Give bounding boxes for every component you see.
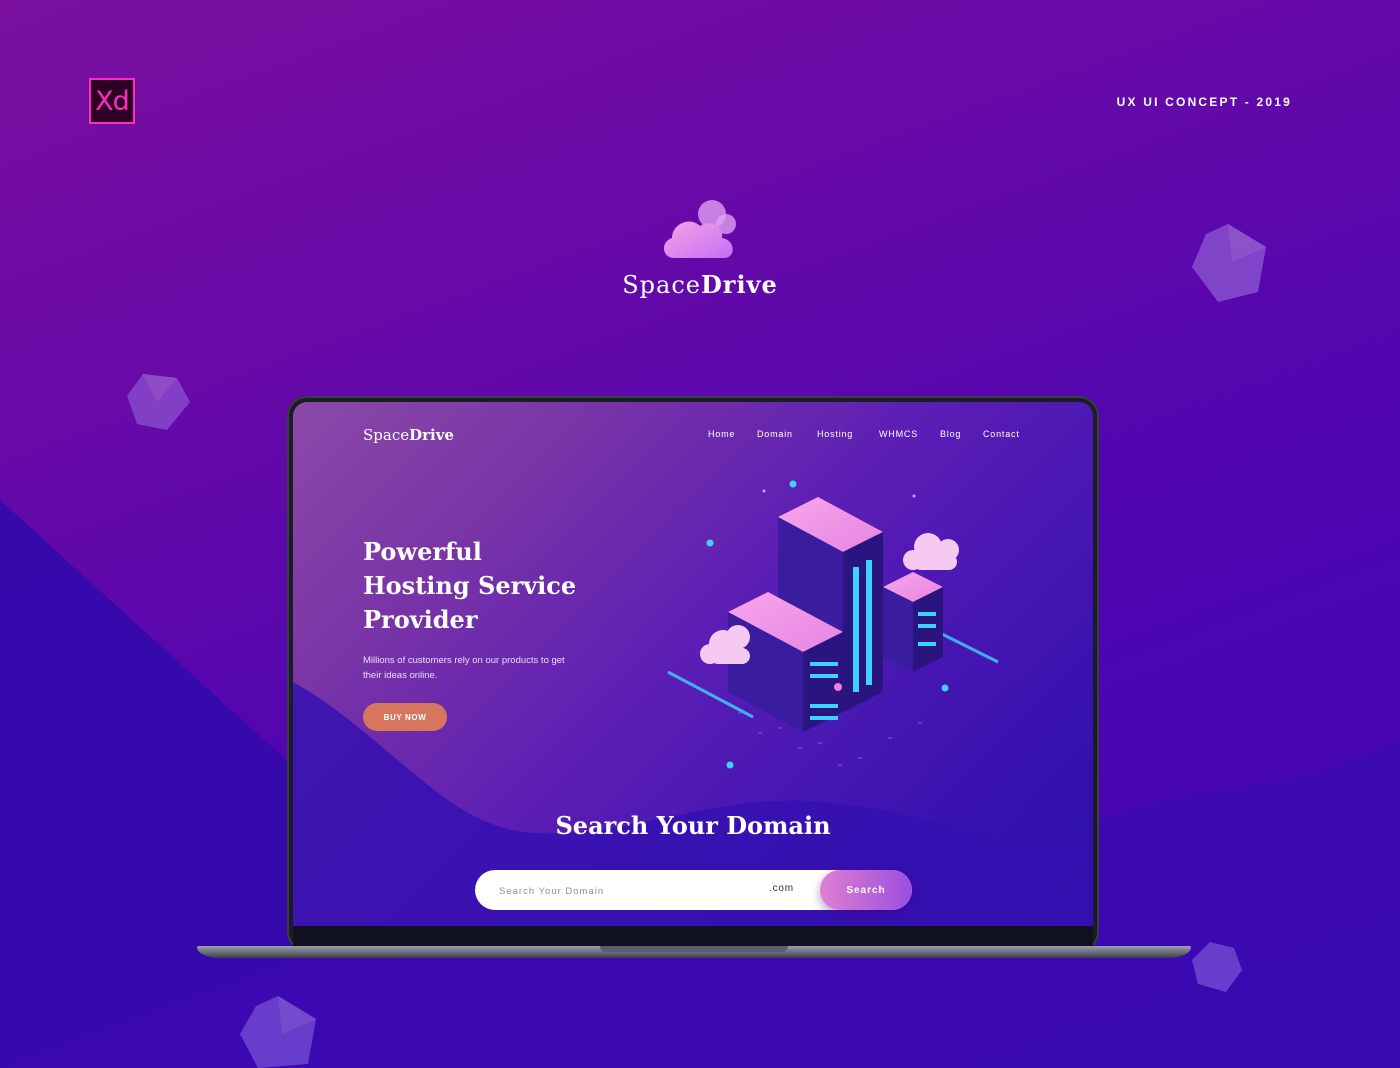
concept-label: UX UI CONCEPT - 2019 [1116,95,1292,109]
gem-decoration [1192,942,1242,992]
domain-search-input[interactable] [497,870,751,912]
domain-search-bar: .com Search [475,870,912,912]
hero-title-line: Hosting Service [363,571,577,600]
adobe-xd-logo: Xd [89,78,135,124]
nav-home[interactable]: Home [708,429,735,439]
tld-selector[interactable]: .com [769,883,794,894]
server-illustration [667,480,999,769]
site-nav: Home Domain Hosting WHMCS Blog Contact [293,429,1093,443]
nav-blog[interactable]: Blog [940,429,961,439]
hero-title: Powerful Hosting Service Provider [363,535,576,637]
nav-whmcs[interactable]: WHMCS [879,429,918,439]
hero-title-line: Powerful [363,537,482,566]
laptop-screen: SpaceDrive Home Domain Hosting WHMCS Blo… [293,402,1093,928]
search-button[interactable]: Search [820,870,912,910]
nav-contact[interactable]: Contact [983,429,1020,439]
screen-bezel-bottom [293,926,1093,948]
cloud-logo-icon [663,200,736,258]
brand-name: SpaceDrive [622,270,778,299]
search-heading: Search Your Domain [555,811,831,840]
hero-subtitle: Millions of customers rely on our produc… [363,655,565,681]
nav-domain[interactable]: Domain [757,429,793,439]
laptop-notch [600,946,788,952]
gem-decoration [127,374,190,430]
hero-title-line: Provider [363,605,478,634]
buy-now-button[interactable]: BUY NOW [363,703,447,731]
nav-hosting[interactable]: Hosting [817,429,853,439]
gem-decoration [240,996,316,1068]
